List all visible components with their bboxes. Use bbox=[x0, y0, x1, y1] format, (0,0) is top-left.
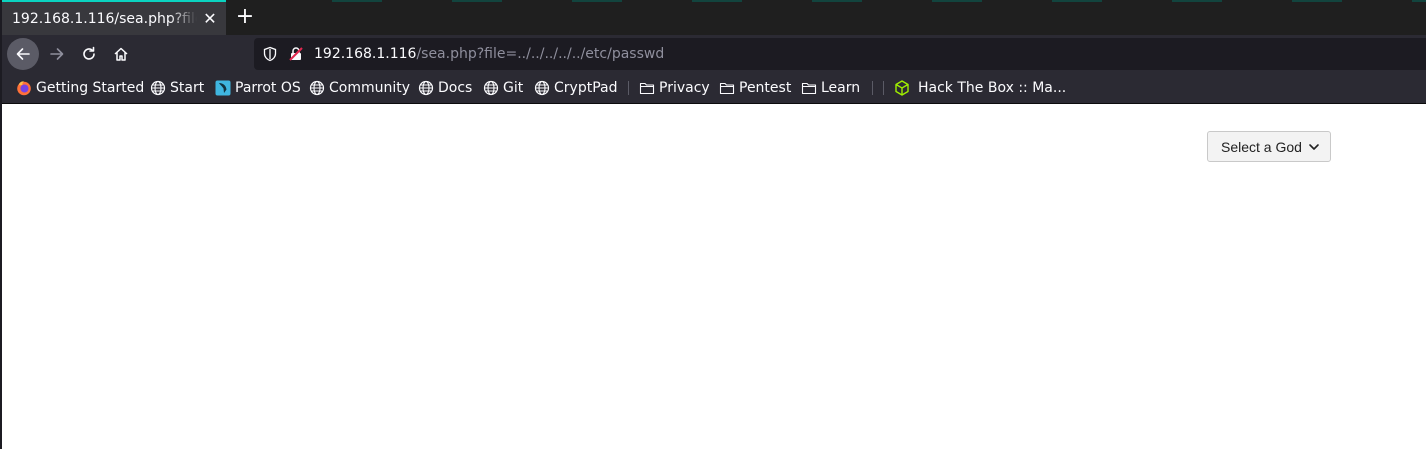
globe-icon bbox=[534, 80, 550, 96]
insecure-lock-icon[interactable] bbox=[288, 46, 304, 66]
bookmark-label: Hack The Box :: Ma... bbox=[918, 80, 1067, 96]
folder-icon bbox=[639, 82, 655, 95]
shield-icon[interactable] bbox=[262, 46, 278, 66]
bookmark-folder-pentest[interactable]: Pentest bbox=[719, 79, 791, 97]
bookmark-label: Start bbox=[170, 80, 205, 96]
globe-icon bbox=[150, 80, 166, 96]
home-icon bbox=[114, 47, 128, 61]
hackthebox-icon bbox=[895, 80, 909, 96]
bookmark-label: Docs bbox=[438, 80, 473, 96]
bookmark-cryptpad[interactable]: CryptPad bbox=[534, 79, 617, 97]
parrot-icon bbox=[215, 80, 231, 96]
forward-button[interactable] bbox=[41, 38, 73, 70]
navigation-toolbar: 192.168.1.116/sea.php?file=../../../../.… bbox=[2, 35, 1426, 72]
bookmark-getting-started[interactable]: Getting Started bbox=[16, 79, 144, 97]
folder-icon bbox=[719, 82, 735, 95]
bookmark-label: Pentest bbox=[739, 80, 792, 96]
home-button[interactable] bbox=[105, 38, 137, 70]
bookmark-git[interactable]: Git bbox=[483, 79, 523, 97]
bookmark-folder-privacy[interactable]: Privacy bbox=[639, 79, 710, 97]
bookmark-docs[interactable]: Docs bbox=[418, 79, 472, 97]
firefox-icon bbox=[17, 81, 31, 96]
bookmark-hack-the-box[interactable]: Hack The Box :: Ma... bbox=[894, 79, 1066, 97]
bookmark-start[interactable]: Start bbox=[150, 79, 204, 97]
bookmark-community[interactable]: Community bbox=[309, 79, 410, 97]
tab-strip: 192.168.1.116/sea.php?file=../../../../.… bbox=[2, 0, 1426, 35]
back-button[interactable] bbox=[7, 38, 39, 70]
url-host: 192.168.1.116 bbox=[314, 46, 417, 62]
bookmarks-toolbar: Getting Started Start Parrot OS Communit… bbox=[2, 72, 1426, 104]
url-text[interactable]: 192.168.1.116/sea.php?file=../../../../.… bbox=[314, 46, 664, 62]
select-god-dropdown[interactable]: Select a God bbox=[1207, 131, 1331, 162]
active-tab[interactable]: 192.168.1.116/sea.php?file=../../../../.… bbox=[2, 0, 226, 35]
address-bar[interactable]: 192.168.1.116/sea.php?file=../../../../.… bbox=[254, 38, 1426, 70]
back-arrow-icon bbox=[16, 48, 30, 60]
globe-icon bbox=[483, 80, 499, 96]
bookmark-folder-learn[interactable]: Learn bbox=[801, 79, 860, 97]
bookmark-label: CryptPad bbox=[554, 80, 618, 96]
tab-title: 192.168.1.116/sea.php?file=../../../../.… bbox=[12, 11, 197, 27]
globe-icon bbox=[418, 80, 434, 96]
bookmark-label: Git bbox=[503, 80, 524, 96]
folder-icon bbox=[801, 82, 817, 95]
globe-icon bbox=[309, 80, 325, 96]
bookmark-parrot-os[interactable]: Parrot OS bbox=[215, 79, 301, 97]
bookmarks-separator bbox=[872, 81, 873, 95]
new-tab-button[interactable]: + bbox=[233, 4, 257, 30]
bookmark-label: Parrot OS bbox=[235, 80, 301, 96]
bookmark-label: Privacy bbox=[659, 80, 710, 96]
reload-button[interactable] bbox=[73, 38, 105, 70]
page-content: Select a God bbox=[2, 104, 1426, 449]
bookmark-label: Getting Started bbox=[36, 80, 145, 96]
reload-icon bbox=[83, 46, 95, 60]
chevron-down-icon bbox=[1309, 144, 1319, 150]
bookmark-label: Learn bbox=[821, 80, 861, 96]
bookmarks-separator bbox=[883, 81, 884, 95]
tabstrip-accent bbox=[262, 0, 1426, 2]
tab-close-icon[interactable]: ✕ bbox=[201, 10, 219, 28]
bookmark-label: Community bbox=[329, 80, 411, 96]
bookmarks-separator bbox=[628, 81, 629, 95]
forward-arrow-icon bbox=[50, 48, 64, 60]
url-path: /sea.php?file=../../../../../etc/passwd bbox=[416, 46, 665, 62]
dropdown-label: Select a God bbox=[1221, 138, 1302, 155]
